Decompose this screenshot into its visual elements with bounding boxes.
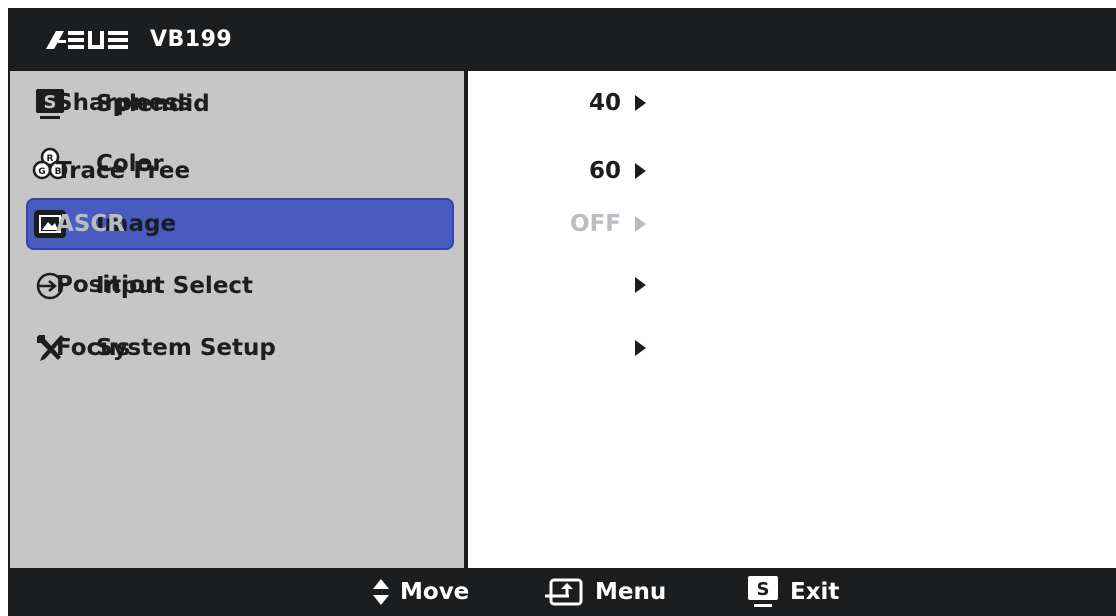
- brand: VB199: [40, 26, 232, 54]
- svg-text:R: R: [47, 154, 54, 164]
- sidebar-left-border: [8, 71, 10, 568]
- setting-value: 60: [588, 158, 621, 184]
- up-down-arrows-icon: [373, 579, 389, 605]
- setting-value: 40: [588, 90, 621, 116]
- asus-logo: [46, 31, 128, 49]
- setting-label: Position: [56, 272, 162, 298]
- exit-key-glyph: S: [757, 579, 770, 600]
- setting-value-group: 40: [589, 90, 646, 116]
- setting-label: ASCR: [56, 211, 125, 237]
- splendid-s-key-icon: S: [748, 576, 778, 607]
- chevron-right-icon[interactable]: [635, 340, 646, 356]
- setting-value-group: OFF: [570, 211, 646, 237]
- title-bar: VB199: [8, 8, 1116, 71]
- menu-label: Menu: [595, 579, 667, 605]
- svg-text:G: G: [38, 167, 45, 177]
- footer-hints: Move Menu S Exit: [8, 568, 1116, 616]
- setting-trace-free[interactable]: Trace Free 60: [56, 151, 646, 191]
- chevron-right-icon[interactable]: [635, 95, 646, 111]
- chevron-right-icon: [635, 216, 646, 232]
- setting-label: Focus: [56, 335, 131, 361]
- setting-value-group: [635, 277, 646, 293]
- menu-hint: Menu: [543, 568, 666, 616]
- chevron-right-icon[interactable]: [635, 277, 646, 293]
- setting-value-group: 60: [589, 158, 646, 184]
- svg-text:S: S: [44, 92, 57, 113]
- move-label: Move: [400, 579, 470, 605]
- setting-value: OFF: [570, 211, 621, 237]
- model-name: VB199: [150, 27, 233, 52]
- chevron-right-icon[interactable]: [635, 163, 646, 179]
- enter-icon: [545, 578, 583, 606]
- setting-value-group: [635, 340, 646, 356]
- exit-hint: S Exit: [746, 568, 839, 616]
- move-hint: Move: [372, 568, 469, 616]
- setting-ascr: ASCR OFF: [56, 204, 646, 244]
- exit-label: Exit: [790, 579, 840, 605]
- setting-sharpness[interactable]: Sharpness 40: [56, 83, 646, 123]
- osd-menu: VB199 S Splendid R G B Color Image Input…: [8, 8, 1116, 616]
- setting-position[interactable]: Position: [56, 265, 646, 305]
- settings-panel: [468, 71, 1116, 568]
- setting-label: Trace Free: [56, 158, 191, 184]
- setting-focus[interactable]: Focus: [56, 328, 646, 368]
- setting-label: Sharpness: [56, 90, 192, 116]
